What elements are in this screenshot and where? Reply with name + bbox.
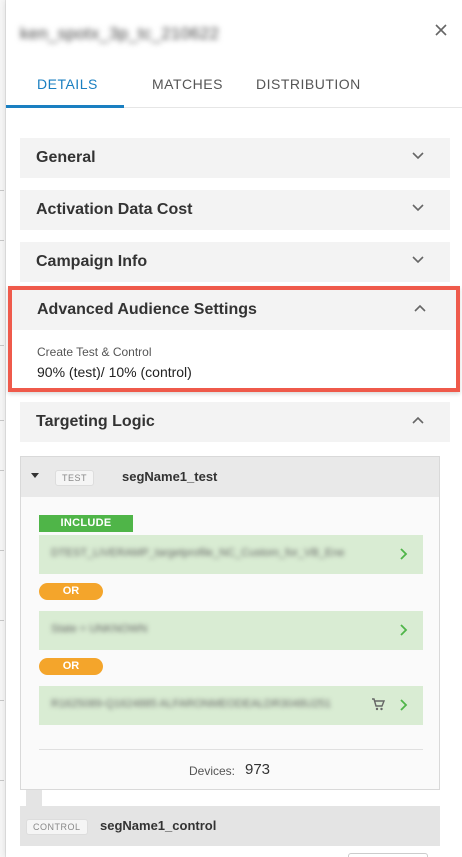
chevron-right-icon <box>400 548 408 560</box>
accordion-targeting-label: Targeting Logic <box>36 413 155 430</box>
segment-name: segName1_control <box>100 818 217 833</box>
background-tick <box>0 470 4 471</box>
cart-icon <box>372 698 385 711</box>
active-tab-indicator <box>6 105 124 108</box>
accordion-general[interactable]: General <box>20 138 450 178</box>
segment-name: segName1_test <box>122 469 218 484</box>
card-divider <box>39 749 423 750</box>
rule-text: DTEST_LIVERAMP_targetprofile_NC_Custom_f… <box>51 547 345 559</box>
background-tick <box>0 345 4 346</box>
segment-test-header: TEST segName1_test <box>21 457 439 497</box>
targeting-rule[interactable]: DTEST_LIVERAMP_targetprofile_NC_Custom_f… <box>39 535 423 574</box>
or-badge: OR <box>39 583 103 600</box>
footer-button[interactable] <box>348 853 428 857</box>
segment-type-pill: TEST <box>55 470 95 486</box>
accordion-activation-label: Activation Data Cost <box>36 201 193 218</box>
panel-title: ken_spotx_3p_tc_210622 <box>20 24 220 43</box>
rule-text: R1625089-Q1624885 ALFARONMEODEALDR3048U2… <box>51 698 332 710</box>
close-icon[interactable] <box>432 22 450 40</box>
segment-test-card: TEST segName1_test INCLUDE DTEST_LIVERAM… <box>20 456 440 790</box>
test-control-label: Create Test & Control <box>37 345 152 359</box>
test-control-value: 90% (test)/ 10% (control) <box>37 364 192 380</box>
tab-matches[interactable]: MATCHES <box>152 76 223 92</box>
include-badge: INCLUDE <box>39 515 133 532</box>
tab-bar: DETAILS MATCHES DISTRIBUTION <box>6 62 462 108</box>
accordion-campaign-label: Campaign Info <box>36 253 148 270</box>
advanced-audience-settings-section: Advanced Audience Settings Create Test &… <box>8 286 460 392</box>
background-tick <box>0 700 4 701</box>
devices-label: Devices: <box>189 764 236 778</box>
chevron-down-icon <box>412 152 424 160</box>
background-tick <box>0 780 4 781</box>
background-tick <box>0 240 4 241</box>
tab-distribution[interactable]: DISTRIBUTION <box>256 76 361 92</box>
chevron-down-icon <box>412 256 424 264</box>
or-badge: OR <box>39 658 103 675</box>
background-tick <box>0 550 4 551</box>
tab-details[interactable]: DETAILS <box>37 76 98 92</box>
background-tick <box>0 620 4 621</box>
segment-control-card[interactable]: CONTROL segName1_control <box>20 806 440 846</box>
details-panel: ken_spotx_3p_tc_210622 DETAILS MATCHES D… <box>6 0 462 857</box>
accordion-general-label: General <box>36 149 96 166</box>
accordion-advanced-audience-settings[interactable]: Advanced Audience Settings <box>12 290 456 330</box>
panel-header: ken_spotx_3p_tc_210622 <box>6 0 462 62</box>
close-icon-glyph <box>435 24 447 36</box>
targeting-rule[interactable]: R1625089-Q1624885 ALFARONMEODEALDR3048U2… <box>39 686 423 725</box>
accordion-activation-data-cost[interactable]: Activation Data Cost <box>20 190 450 230</box>
background-tick <box>0 190 4 191</box>
devices-count: 973 <box>245 761 271 778</box>
accordion-advanced-label: Advanced Audience Settings <box>37 301 257 318</box>
chevron-up-icon <box>414 304 426 312</box>
targeting-rule[interactable]: State = UNKNOWN <box>39 611 423 650</box>
segment-type-pill: CONTROL <box>26 819 88 835</box>
background-tick <box>0 420 4 421</box>
collapse-caret-icon[interactable] <box>31 473 39 478</box>
rule-text: State = UNKNOWN <box>51 623 148 635</box>
chevron-down-icon <box>412 204 424 212</box>
accordion-targeting-logic[interactable]: Targeting Logic <box>20 402 450 442</box>
chevron-right-icon <box>400 699 408 711</box>
chevron-right-icon <box>400 624 408 636</box>
accordion-campaign-info[interactable]: Campaign Info <box>20 242 450 282</box>
chevron-up-icon <box>412 416 424 424</box>
